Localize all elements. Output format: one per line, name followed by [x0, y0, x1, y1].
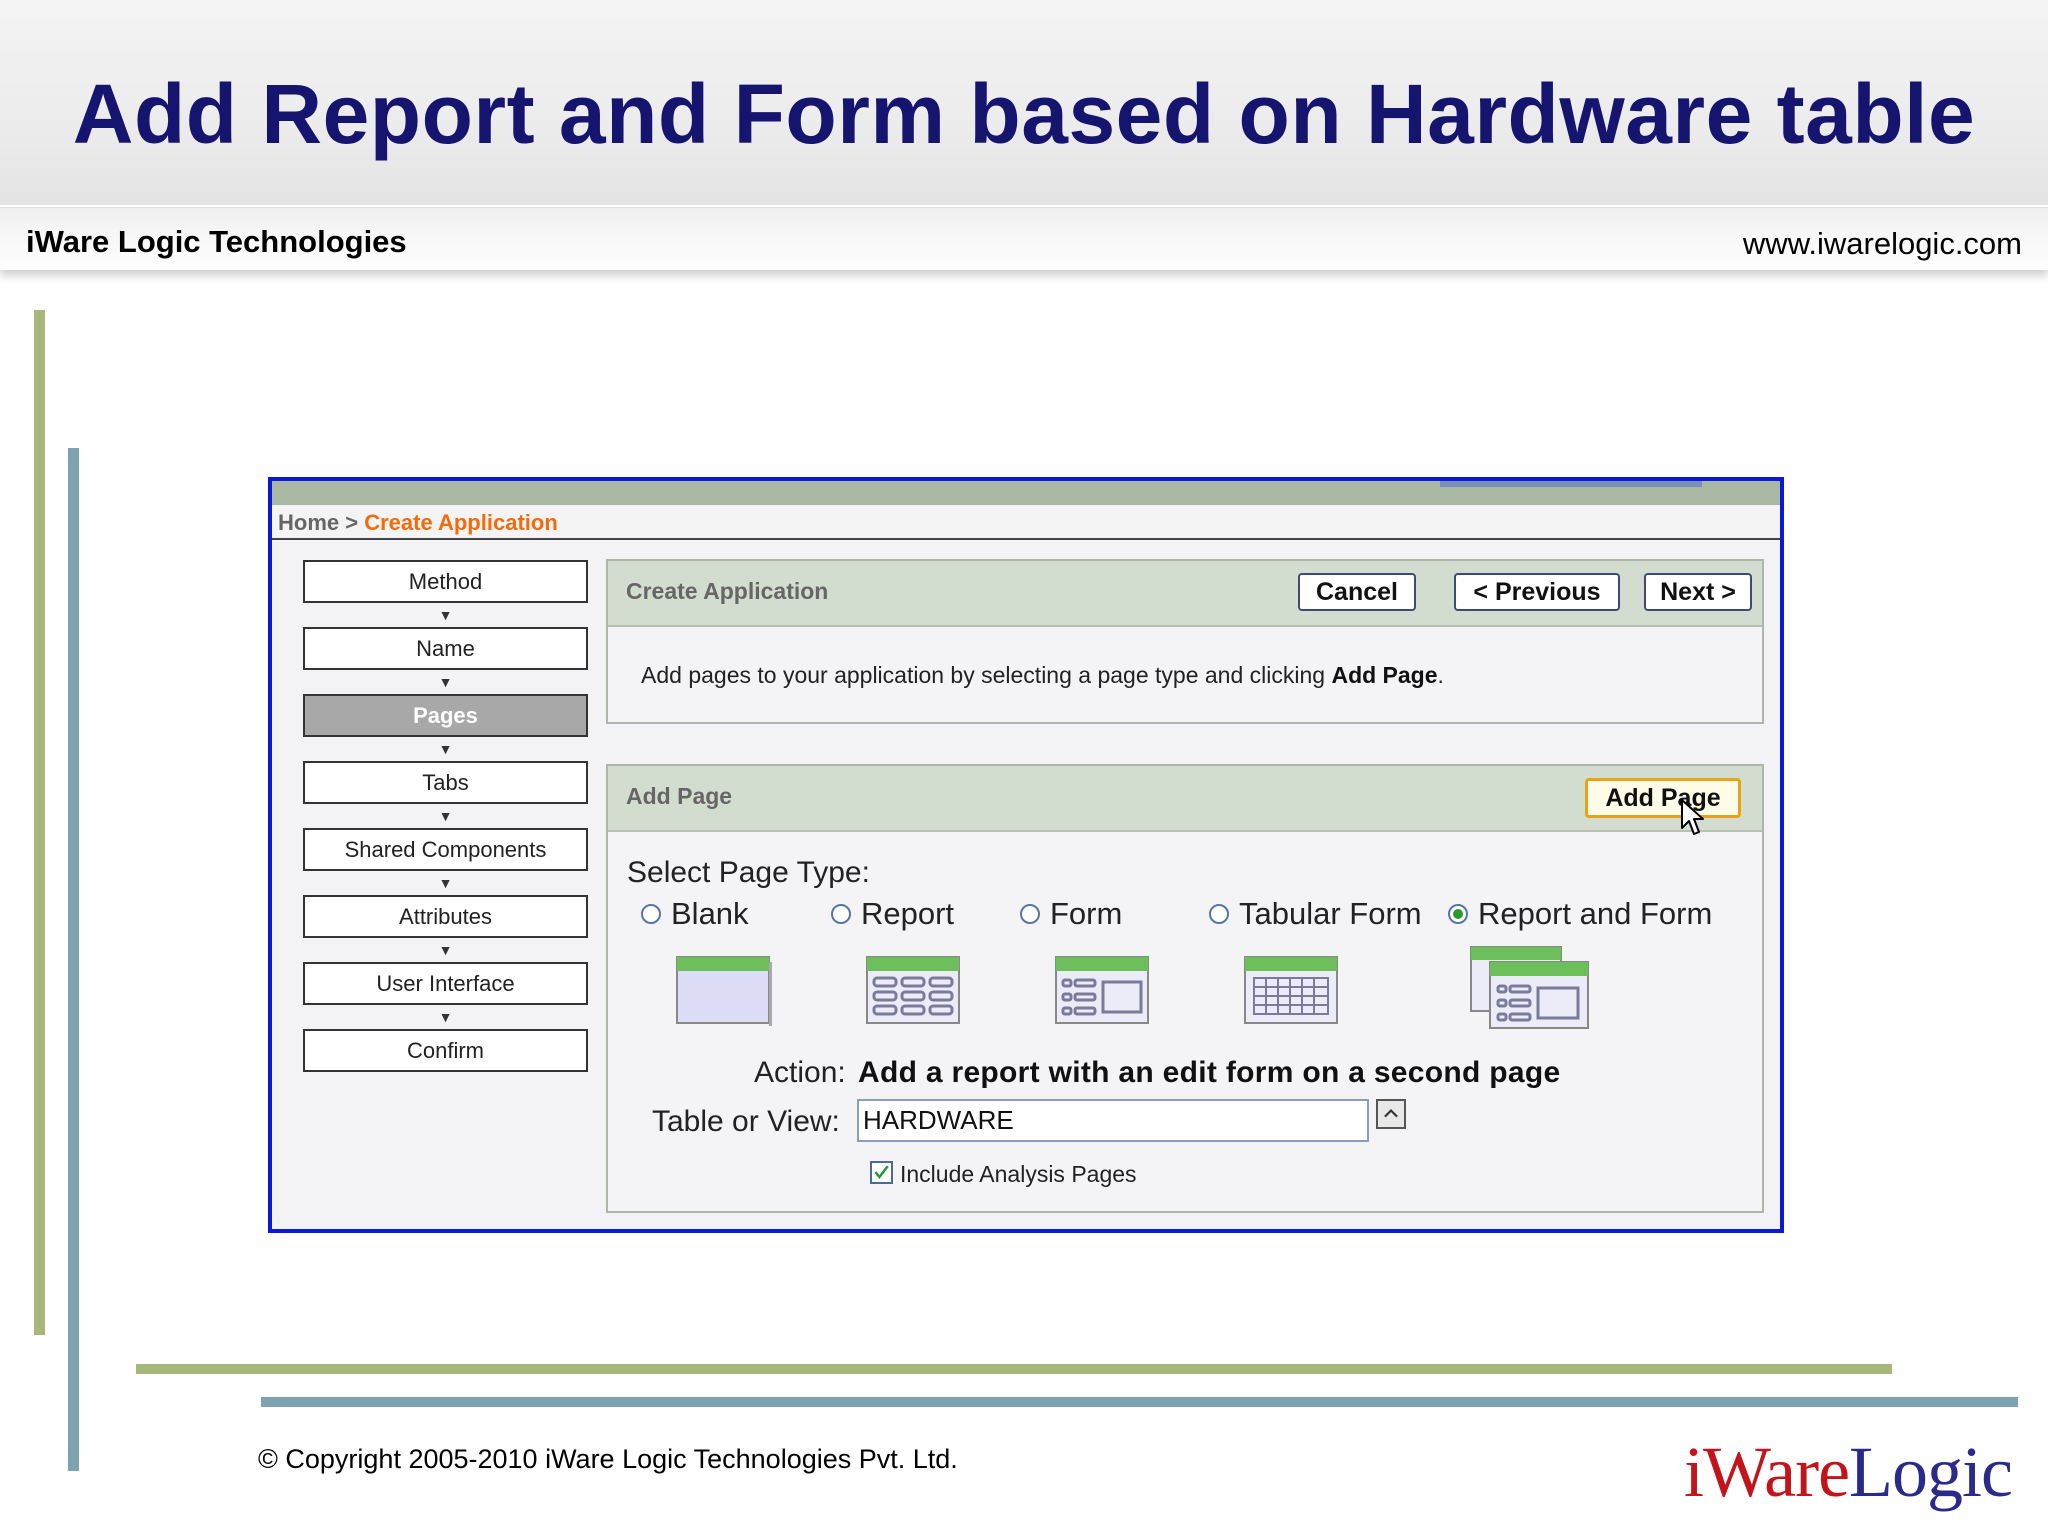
- step-name: Name: [303, 627, 588, 670]
- help-text-suffix: .: [1437, 662, 1444, 688]
- tabular-form-icon[interactable]: [1242, 954, 1340, 1026]
- form-page-icon[interactable]: [1053, 954, 1151, 1026]
- select-page-type-label: Select Page Type:: [627, 856, 870, 889]
- radio-button-selected[interactable]: [1448, 904, 1468, 924]
- create-application-panel: Create Application Cancel < Previous Nex…: [606, 559, 1764, 724]
- app-top-bar-highlight: [1440, 481, 1702, 487]
- cancel-button[interactable]: Cancel: [1298, 573, 1416, 611]
- table-or-view-label: Table or View:: [652, 1105, 840, 1138]
- copyright-text: © Copyright 2005-2010 iWare Logic Techno…: [258, 1444, 958, 1474]
- chevron-down-icon: ▼: [438, 1009, 453, 1025]
- company-bar: iWare Logic Technologies www.iwarelogic.…: [0, 207, 2048, 270]
- step-attributes: Attributes: [303, 895, 588, 938]
- step-pages: Pages: [303, 694, 588, 737]
- company-logo: iWareLogic: [1684, 1436, 2013, 1508]
- radio-button[interactable]: [831, 904, 851, 924]
- add-page-panel: Add Page Add Page Select Page Type: Blan…: [606, 764, 1764, 1213]
- breadcrumb-home[interactable]: Home: [278, 510, 339, 535]
- help-text-bold: Add Page: [1331, 662, 1438, 688]
- step-method: Method: [303, 560, 588, 603]
- list-picker-icon[interactable]: [1376, 1099, 1406, 1129]
- decor-horizontal-blue-line: [261, 1397, 2018, 1407]
- chevron-down-icon: ▼: [438, 808, 453, 824]
- breadcrumb-current: Create Application: [364, 510, 558, 535]
- slide-title: Add Report and Form based on Hardware ta…: [72, 67, 1976, 161]
- table-or-view-input[interactable]: [857, 1099, 1369, 1142]
- chevron-down-icon: ▼: [438, 607, 453, 623]
- add-page-title: Add Page: [626, 783, 733, 809]
- report-page-icon[interactable]: [864, 954, 962, 1026]
- step-confirm: Confirm: [303, 1029, 588, 1072]
- radio-tabular-form[interactable]: Tabular Form: [1209, 896, 1422, 932]
- chevron-down-icon: ▼: [438, 741, 453, 757]
- mouse-cursor-icon: [1681, 799, 1704, 835]
- radio-tabular-form-label: Tabular Form: [1239, 896, 1422, 931]
- company-name: iWare Logic Technologies: [26, 224, 407, 259]
- help-text: Add pages to your application by selecti…: [641, 662, 1444, 689]
- create-application-title: Create Application: [626, 578, 829, 604]
- report-and-form-icon[interactable]: [1468, 944, 1592, 1032]
- radio-report-label: Report: [861, 896, 955, 931]
- action-label: Action:: [754, 1056, 846, 1089]
- chevron-down-icon: ▼: [438, 942, 453, 958]
- chevron-down-icon: ▼: [438, 875, 453, 891]
- radio-report-and-form[interactable]: Report and Form: [1448, 896, 1712, 932]
- breadcrumb: Home > Create Application: [272, 505, 1780, 540]
- radio-button[interactable]: [1209, 904, 1229, 924]
- add-page-button[interactable]: Add Page: [1585, 778, 1741, 818]
- help-text-prefix: Add pages to your application by selecti…: [641, 662, 1332, 688]
- decor-vertical-green-line: [34, 310, 45, 1335]
- next-button[interactable]: Next >: [1644, 573, 1752, 611]
- radio-form-label: Form: [1050, 896, 1123, 931]
- wizard-steps: Method ▼ Name ▼ Pages ▼ Tabs ▼ Shared Co…: [303, 560, 588, 1072]
- previous-button[interactable]: < Previous: [1454, 573, 1620, 611]
- radio-report-and-form-label: Report and Form: [1478, 896, 1713, 931]
- radio-form[interactable]: Form: [1020, 896, 1122, 932]
- create-application-header: Create Application Cancel < Previous Nex…: [608, 561, 1762, 627]
- step-tabs: Tabs: [303, 761, 588, 804]
- chevron-down-icon: ▼: [438, 674, 453, 690]
- include-analysis-label: Include Analysis Pages: [900, 1161, 1137, 1187]
- company-url: www.iwarelogic.com: [1742, 226, 2022, 261]
- action-value: Add a report with an edit form on a seco…: [858, 1056, 1561, 1089]
- radio-blank-label: Blank: [671, 896, 749, 931]
- decor-horizontal-green-line: [136, 1364, 1892, 1374]
- radio-button[interactable]: [1020, 904, 1040, 924]
- slide-header: Add Report and Form based on Hardware ta…: [0, 0, 2048, 205]
- logo-logic: Logic: [1849, 1432, 2013, 1512]
- breadcrumb-separator: >: [339, 510, 365, 535]
- include-analysis-checkbox[interactable]: [870, 1161, 893, 1184]
- decor-vertical-blue-line: [68, 448, 79, 1471]
- blank-page-icon[interactable]: [674, 954, 772, 1026]
- add-page-header: Add Page Add Page: [608, 766, 1762, 835]
- radio-button[interactable]: [641, 904, 661, 924]
- logo-iware: iWare: [1683, 1432, 1850, 1512]
- radio-report[interactable]: Report: [831, 896, 954, 932]
- app-screenshot: Home > Create Application Method ▼ Name …: [268, 477, 1784, 1233]
- radio-blank[interactable]: Blank: [641, 896, 749, 932]
- step-user-interface: User Interface: [303, 962, 588, 1005]
- step-shared-components: Shared Components: [303, 828, 588, 871]
